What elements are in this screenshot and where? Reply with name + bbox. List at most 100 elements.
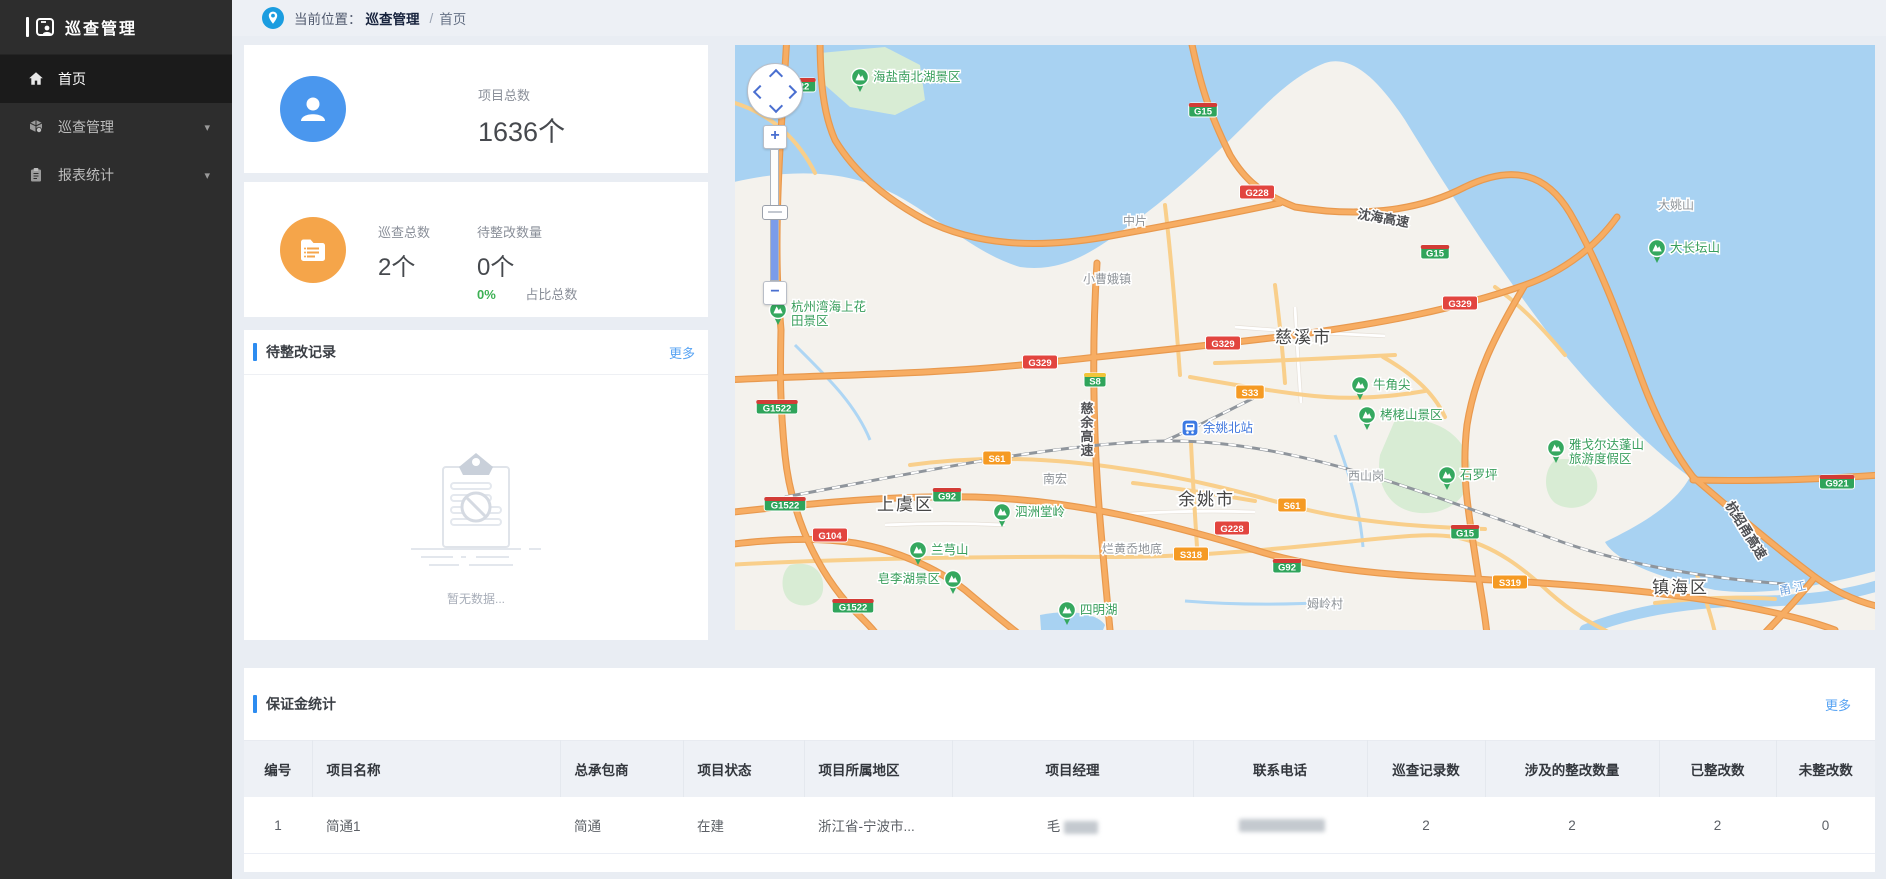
zoom-out-button[interactable]: − [763,281,787,305]
map-label-镇海区: 镇海区 [1652,578,1709,597]
map-label-南宏: 南宏 [1043,471,1067,486]
pan-right-icon[interactable] [783,85,797,99]
sidebar-item-inspection[interactable]: 巡查管理 ▾ [0,103,232,151]
sidebar-item-label: 巡查管理 [58,117,114,137]
inspections-total-label: 巡查总数 [378,222,430,241]
pan-left-icon[interactable] [753,85,767,99]
map-label-上虞区: 上虞区 [877,495,934,514]
main-content: 当前位置： 巡查管理 / 首页 项目总数 1636个 巡查总数 2个 [232,0,1886,879]
svg-text:南宏: 南宏 [1043,471,1067,486]
sidebar-item-report[interactable]: 报表统计 ▾ [0,151,232,199]
cell-inspections: 2 [1367,797,1485,854]
svg-text:G104: G104 [818,531,842,542]
pending-count-value: 0个 [477,247,542,282]
svg-text:S8: S8 [1089,377,1101,388]
map-label-慈余高速: 慈余高速 [1079,401,1094,458]
sidebar: 巡查管理 首页 巡查管理 ▾ 报表统计 ▾ [0,0,232,879]
home-icon [28,71,44,87]
svg-text:海盐南北湖景区: 海盐南北湖景区 [873,69,961,84]
map-label-G329: G329 [1443,296,1478,310]
svg-text:G329: G329 [1211,339,1234,350]
map-label-G1522: G1522 [756,400,798,415]
svg-text:G228: G228 [1220,524,1243,535]
svg-text:S319: S319 [1499,578,1521,589]
map-label-G228: G228 [1240,185,1275,199]
svg-text:栲栳山景区: 栲栳山景区 [1380,407,1443,422]
svg-text:大姚山: 大姚山 [1658,198,1694,212]
column-header: 项目名称 [312,741,560,798]
map-label-G15: G15 [1451,525,1480,540]
zoom-slider-handle[interactable] [762,205,788,220]
svg-text:上虞区: 上虞区 [877,495,934,514]
pending-panel-title: 待整改记录 [266,342,336,362]
svg-text:G15: G15 [1194,107,1213,118]
column-header: 已整改数 [1659,741,1776,798]
empty-clipboard-icon [391,445,561,571]
map-canvas: G15G15G15G92G92G1522G1522G1522G1522G921S… [735,45,1875,630]
svg-text:镇海区: 镇海区 [1652,578,1709,597]
cell-involved: 2 [1485,797,1659,854]
report-icon [28,167,44,183]
svg-text:S33: S33 [1242,388,1259,399]
pending-count-label: 待整改数量 [477,222,542,241]
app-logo-icon [35,17,55,37]
column-header: 总承包商 [560,741,683,798]
table-header-row: 编号项目名称总承包商项目状态项目所属地区项目经理联系电话巡查记录数涉及的整改数量… [244,741,1875,798]
map-label-G15: G15 [1189,103,1218,118]
svg-text:余姚市: 余姚市 [1178,490,1235,509]
deposit-statistics-panel: 保证金统计 更多 编号项目名称总承包商项目状态项目所属地区项目经理联系电话巡查记… [244,668,1875,872]
chevron-down-icon: ▾ [204,169,210,182]
svg-text:G329: G329 [1028,358,1051,369]
svg-text:西山岗: 西山岗 [1348,469,1384,483]
pending-percent: 0% [477,287,496,302]
map-label-G92: G92 [1273,559,1302,574]
svg-text:G92: G92 [1278,563,1296,574]
cell-name: 简通1 [312,797,560,854]
map-label-烂黄岙地底: 烂黄岙地底 [1102,541,1162,556]
map-label-西山岗: 西山岗 [1348,469,1384,483]
svg-text:G921: G921 [1825,479,1849,490]
title-bar [253,343,257,361]
sidebar-item-home[interactable]: 首页 [0,55,232,103]
breadcrumb-prefix: 当前位置： [294,8,362,28]
svg-text:S318: S318 [1180,550,1202,561]
map-label-余姚北站: 余姚北站 [1182,420,1253,436]
deposit-more-link[interactable]: 更多 [1825,695,1851,714]
breadcrumb-section[interactable]: 巡查管理 [366,8,420,28]
pending-more-link[interactable]: 更多 [669,343,695,362]
redacted-text [1239,819,1325,832]
cell-region: 浙江省-宁波市... [804,797,952,854]
map-label-G15: G15 [1421,245,1450,260]
svg-text:G1522: G1522 [839,603,868,614]
title-bar [253,695,257,713]
map[interactable]: G15G15G15G92G92G1522G1522G1522G1522G921S… [735,45,1875,630]
svg-text:四明湖: 四明湖 [1080,602,1118,617]
breadcrumb-current: 首页 [439,8,466,28]
map-label-S318: S318 [1174,547,1209,561]
svg-text:G15: G15 [1426,249,1445,260]
cell-id: 1 [244,797,312,854]
location-icon [262,7,284,29]
pan-up-icon[interactable] [769,69,783,83]
pending-percent-label: 占比总数 [525,287,577,302]
svg-text:G228: G228 [1245,188,1268,199]
sidebar-nav: 首页 巡查管理 ▾ 报表统计 ▾ [0,55,232,199]
cell-rectified: 2 [1659,797,1776,854]
map-label-大姚山: 大姚山 [1658,198,1694,212]
pan-down-icon[interactable] [769,99,783,113]
svg-text:慈溪市: 慈溪市 [1275,328,1332,347]
table-row[interactable]: 1简通1简通在建浙江省-宁波市...毛2220 [244,797,1875,854]
map-pan-control[interactable] [747,63,803,119]
map-label-G921: G921 [1820,475,1855,490]
redacted-text [1064,821,1098,834]
map-label-G1522: G1522 [832,599,874,614]
svg-text:小曹娥镇: 小曹娥镇 [1083,272,1131,286]
logo-mark [26,17,29,37]
cell-contractor: 简通 [560,797,683,854]
map-label-G329: G329 [1023,355,1058,369]
zoom-in-button[interactable]: + [763,125,787,149]
map-label-余姚市: 余姚市 [1178,490,1235,509]
svg-text:大长坛山: 大长坛山 [1670,241,1720,255]
svg-text:G15: G15 [1456,529,1475,540]
svg-text:慈余高速: 慈余高速 [1079,401,1094,458]
